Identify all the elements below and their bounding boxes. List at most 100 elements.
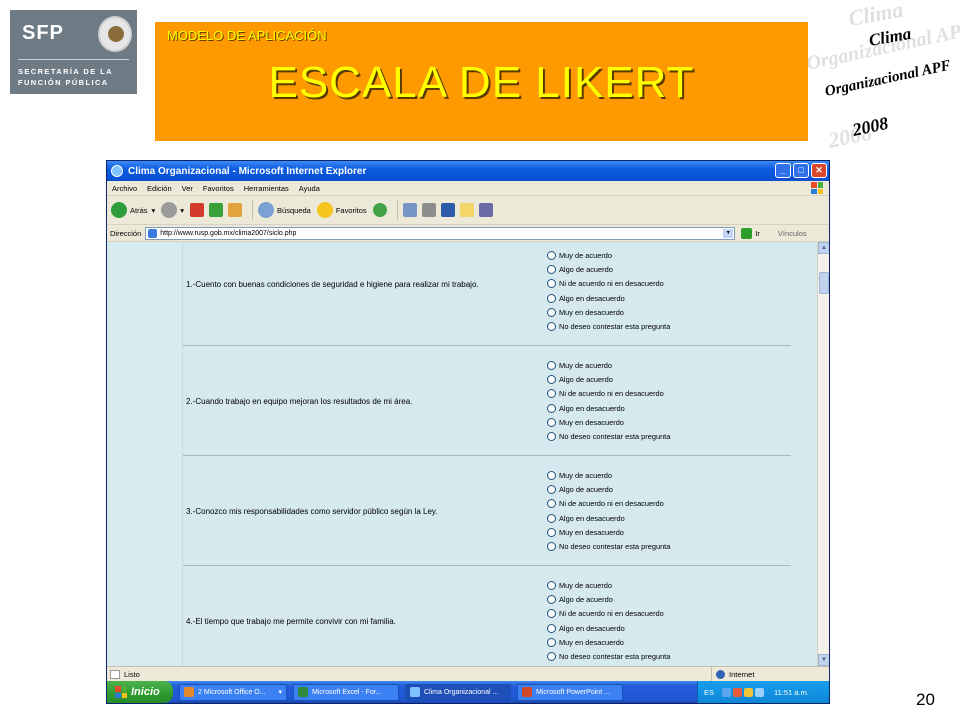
- scroll-up-icon[interactable]: ▲: [818, 242, 829, 254]
- tray-icon[interactable]: [733, 687, 743, 697]
- question-text: 1.-Cuento con buenas condiciones de segu…: [186, 280, 479, 289]
- address-dropdown-icon[interactable]: ▾: [723, 228, 734, 238]
- back-dropdown-icon[interactable]: ▾: [152, 206, 156, 215]
- radio-button[interactable]: [547, 307, 556, 317]
- menu-ayuda[interactable]: Ayuda: [299, 184, 320, 193]
- radio-button[interactable]: [547, 322, 556, 332]
- favorites-button[interactable]: Favoritos: [316, 202, 367, 218]
- menu-herramientas[interactable]: Herramientas: [244, 184, 289, 193]
- radio-button[interactable]: [547, 499, 556, 509]
- powerpoint-icon: [522, 687, 532, 697]
- radio-button[interactable]: [547, 432, 556, 442]
- home-icon[interactable]: [228, 203, 243, 217]
- title-banner: MODELO DE APLICACIÓN ESCALA DE LIKERT: [155, 22, 808, 141]
- option-strongly-agree[interactable]: Muy de acuerdo: [547, 468, 670, 482]
- print-icon[interactable]: [421, 203, 436, 217]
- minimize-button[interactable]: _: [775, 163, 791, 178]
- radio-button[interactable]: [547, 403, 556, 413]
- likert-options: Muy de acuerdo Algo de acuerdo Ni de acu…: [547, 578, 670, 664]
- option-strongly-disagree[interactable]: Muy en desacuerdo: [547, 635, 670, 649]
- option-somewhat-disagree[interactable]: Algo en desacuerdo: [547, 511, 670, 525]
- option-somewhat-disagree[interactable]: Algo en desacuerdo: [547, 621, 670, 635]
- radio-button[interactable]: [547, 484, 556, 494]
- radio-button[interactable]: [547, 293, 556, 303]
- option-strongly-disagree[interactable]: Muy en desacuerdo: [547, 305, 670, 319]
- forward-dropdown-icon[interactable]: ▾: [180, 206, 184, 215]
- discuss-icon[interactable]: [459, 203, 474, 217]
- option-somewhat-disagree[interactable]: Algo en desacuerdo: [547, 291, 670, 305]
- option-no-answer[interactable]: No deseo contestar esta pregunta: [547, 319, 670, 333]
- option-somewhat-disagree[interactable]: Algo en desacuerdo: [547, 401, 670, 415]
- question-text: 3.-Conozco mis responsabilidades como se…: [186, 507, 438, 516]
- research-icon[interactable]: [478, 203, 493, 217]
- question-block: 2.-Cuando trabajo en equipo mejoran los …: [183, 346, 791, 456]
- task-clima[interactable]: Clima Organizacional ...: [405, 683, 511, 701]
- links-button[interactable]: Vínculos: [778, 229, 807, 238]
- left-gutter: [107, 242, 183, 666]
- option-no-answer[interactable]: No deseo contestar esta pregunta: [547, 539, 670, 553]
- tray-icon[interactable]: [722, 687, 732, 697]
- radio-button[interactable]: [547, 609, 556, 619]
- search-button[interactable]: Búsqueda: [258, 202, 311, 218]
- radio-button[interactable]: [547, 389, 556, 399]
- option-neutral[interactable]: Ni de acuerdo ni en desacuerdo: [547, 387, 670, 401]
- radio-button[interactable]: [547, 580, 556, 590]
- radio-button[interactable]: [547, 527, 556, 537]
- back-button[interactable]: Atrás ▾: [111, 202, 155, 218]
- media-icon[interactable]: [372, 203, 387, 217]
- option-somewhat-agree[interactable]: Algo de acuerdo: [547, 372, 670, 386]
- radio-button[interactable]: [547, 470, 556, 480]
- tray-icon[interactable]: [744, 687, 754, 697]
- radio-button[interactable]: [547, 652, 556, 662]
- menu-archivo[interactable]: Archivo: [112, 184, 137, 193]
- forward-button[interactable]: ▾: [161, 202, 184, 218]
- radio-button[interactable]: [547, 542, 556, 552]
- option-strongly-disagree[interactable]: Muy en desacuerdo: [547, 525, 670, 539]
- edit-icon[interactable]: [440, 203, 455, 217]
- option-strongly-agree[interactable]: Muy de acuerdo: [547, 578, 670, 592]
- status-bar: Listo Internet: [107, 666, 829, 682]
- menu-edicion[interactable]: Edición: [147, 184, 172, 193]
- option-strongly-agree[interactable]: Muy de acuerdo: [547, 248, 670, 262]
- option-neutral[interactable]: Ni de acuerdo ni en desacuerdo: [547, 497, 670, 511]
- radio-button[interactable]: [547, 513, 556, 523]
- scroll-down-icon[interactable]: ▼: [818, 654, 829, 666]
- radio-button[interactable]: [547, 264, 556, 274]
- radio-button[interactable]: [547, 250, 556, 260]
- option-strongly-agree[interactable]: Muy de acuerdo: [547, 358, 670, 372]
- option-no-answer[interactable]: No deseo contestar esta pregunta: [547, 649, 670, 663]
- task-excel[interactable]: Microsoft Excel - For...: [293, 683, 399, 701]
- task-powerpoint[interactable]: Microsoft PowerPoint ...: [517, 683, 623, 701]
- option-strongly-disagree[interactable]: Muy en desacuerdo: [547, 415, 670, 429]
- close-button[interactable]: ✕: [811, 163, 827, 178]
- radio-button[interactable]: [547, 360, 556, 370]
- scroll-thumb[interactable]: [819, 272, 829, 294]
- radio-button[interactable]: [547, 279, 556, 289]
- option-somewhat-agree[interactable]: Algo de acuerdo: [547, 592, 670, 606]
- go-button[interactable]: Ir: [741, 227, 760, 239]
- refresh-icon[interactable]: [209, 203, 224, 217]
- option-somewhat-agree[interactable]: Algo de acuerdo: [547, 482, 670, 496]
- start-button[interactable]: Inicio: [107, 681, 173, 703]
- radio-button[interactable]: [547, 374, 556, 384]
- network-icon[interactable]: [755, 687, 765, 697]
- menu-favoritos[interactable]: Favoritos: [203, 184, 234, 193]
- radio-button[interactable]: [547, 594, 556, 604]
- option-neutral[interactable]: Ni de acuerdo ni en desacuerdo: [547, 277, 670, 291]
- stop-icon[interactable]: [190, 203, 205, 217]
- mail-icon[interactable]: [402, 203, 417, 217]
- option-neutral[interactable]: Ni de acuerdo ni en desacuerdo: [547, 607, 670, 621]
- option-somewhat-agree[interactable]: Algo de acuerdo: [547, 262, 670, 276]
- option-label: Algo en desacuerdo: [559, 623, 625, 633]
- option-no-answer[interactable]: No deseo contestar esta pregunta: [547, 429, 670, 443]
- radio-button[interactable]: [547, 637, 556, 647]
- menu-ver[interactable]: Ver: [182, 184, 193, 193]
- vertical-scrollbar[interactable]: ▲ ▼: [817, 242, 829, 666]
- task-office[interactable]: 2 Microsoft Office O... ▾: [179, 683, 287, 701]
- address-input[interactable]: http://www.rusp.gob.mx/clima2007/siclo.p…: [145, 226, 736, 240]
- radio-button[interactable]: [547, 623, 556, 633]
- clock[interactable]: 11:51 a.m.: [774, 688, 809, 697]
- maximize-button[interactable]: □: [793, 163, 809, 178]
- language-indicator[interactable]: ES: [704, 688, 714, 697]
- radio-button[interactable]: [547, 417, 556, 427]
